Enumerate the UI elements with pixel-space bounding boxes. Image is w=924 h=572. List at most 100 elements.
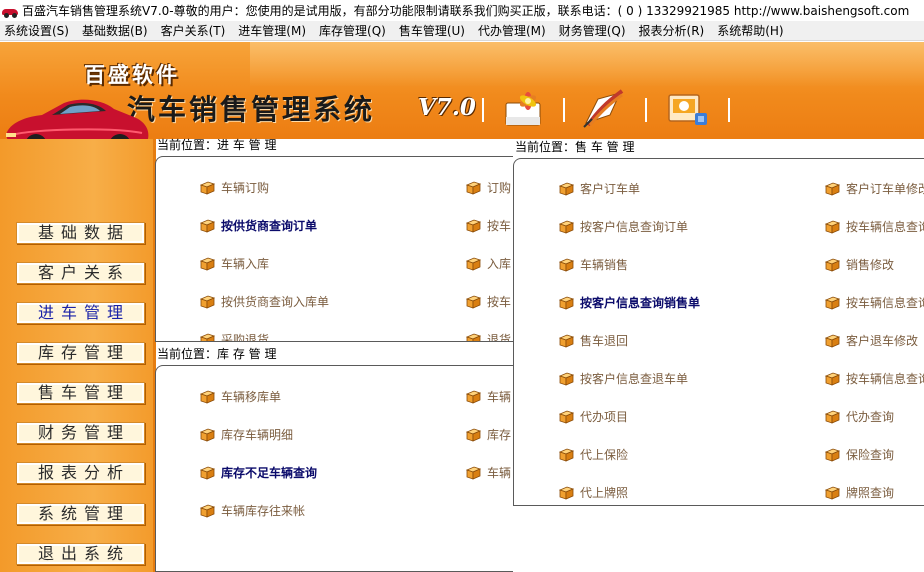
toolbar-divider	[482, 98, 484, 122]
sales-col2-item-1[interactable]: 按车辆信息查询	[825, 218, 924, 235]
purchase-col1-item-0[interactable]: 车辆订购	[200, 179, 269, 196]
nav-system-management[interactable]: 系统管理	[16, 503, 145, 525]
window-title: 百盛汽车销售管理系统V7.0-尊敬的用户：您使用的是试用版，有部分功能限制请联系…	[22, 4, 910, 18]
purchase-item-label: 车辆订购	[221, 181, 270, 195]
inventory-col2-item-0[interactable]: 车辆	[466, 388, 511, 405]
presentation-icon[interactable]	[665, 89, 711, 129]
package-box-icon	[825, 296, 840, 310]
nav-report-analysis[interactable]: 报表分析	[16, 462, 145, 484]
purchase-col2-item-3[interactable]: 按车	[466, 293, 511, 310]
menu-report-analysis[interactable]: 报表分析(R)	[639, 22, 705, 39]
package-box-icon	[200, 504, 215, 518]
sales-col1-item-7[interactable]: 代上保险	[559, 446, 628, 463]
nav-basic-data[interactable]: 基础数据	[16, 222, 145, 244]
package-box-icon	[466, 466, 481, 480]
menu-finance-management[interactable]: 财务管理(Q)	[559, 22, 626, 39]
purchase-col1-item-4[interactable]: 采购退货	[200, 331, 269, 341]
package-box-icon	[559, 372, 574, 386]
sales-item-label: 按客户信息查询销售单	[580, 296, 701, 310]
toolbar-divider	[645, 98, 647, 122]
inventory-col2-item-1[interactable]: 库存	[466, 426, 511, 443]
menu-system-settings[interactable]: 系统设置(S)	[4, 22, 69, 39]
sales-col2-item-8[interactable]: 牌照查询	[825, 484, 894, 501]
sales-col1-item-2[interactable]: 车辆销售	[559, 256, 628, 273]
inventory-col1-item-3[interactable]: 车辆库存往来帐	[200, 502, 305, 519]
nav-finance-management[interactable]: 财务管理	[16, 422, 145, 444]
sales-col1-item-5[interactable]: 按客户信息查退车单	[559, 370, 688, 387]
menu-inventory-management[interactable]: 库存管理(Q)	[319, 22, 386, 39]
sales-col2-item-3[interactable]: 按车辆信息查询	[825, 294, 924, 311]
inventory-col2-item-2[interactable]: 车辆	[466, 464, 511, 481]
purchase-col2-item-2[interactable]: 入库	[466, 255, 511, 272]
sales-col1-item-4[interactable]: 售车退回	[559, 332, 628, 349]
sales-panel: 客户订车单按客户信息查询订单 车辆销售按客户信息查询销售单售车退回按客户信息查退车…	[513, 158, 924, 506]
quill-pen-icon[interactable]	[580, 89, 626, 129]
sales-col1-item-6[interactable]: 代办项目	[559, 408, 628, 425]
sales-item-label: 客户退车修改	[846, 334, 919, 348]
inventory-item-label: 车辆	[487, 466, 512, 480]
sales-col2-item-5[interactable]: 按车辆信息查询	[825, 370, 924, 387]
sales-col1-item-8[interactable]: 代上牌照	[559, 484, 628, 501]
purchase-panel-location: 当前位置：进 车 管 理	[157, 138, 277, 152]
inventory-panel-location: 当前位置：库 存 管 理	[157, 347, 277, 361]
nav-sales-management[interactable]: 售车管理	[16, 382, 145, 404]
nav-customer-relations[interactable]: 客户关系	[16, 262, 145, 284]
menu-system-help[interactable]: 系统帮助(H)	[717, 22, 783, 39]
menu-customer-relations[interactable]: 客户关系(T)	[161, 22, 226, 39]
sales-col2-item-4[interactable]: 客户退车修改	[825, 332, 918, 349]
inventory-item-label: 库存不足车辆查询	[221, 466, 318, 480]
purchase-item-label: 车辆入库	[221, 257, 270, 271]
inventory-item-label: 车辆移库单	[221, 390, 282, 404]
package-box-icon	[200, 333, 215, 341]
package-box-icon	[200, 181, 215, 195]
nav-inventory-management[interactable]: 库存管理	[16, 342, 145, 364]
product-title: 汽车销售管理系统	[127, 93, 376, 126]
car-app-icon	[2, 4, 18, 18]
title-bar: 百盛汽车销售管理系统V7.0-尊敬的用户：您使用的是试用版，有部分功能限制请联系…	[0, 0, 924, 21]
flower-document-icon[interactable]	[500, 89, 546, 129]
toolbar-divider	[563, 98, 565, 122]
menu-agency-management[interactable]: 代办管理(M)	[478, 22, 546, 39]
inventory-item-label: 车辆库存往来帐	[221, 504, 306, 518]
package-box-icon	[825, 182, 840, 196]
purchase-item-label: 按车	[487, 219, 512, 233]
sales-item-label: 代办项目	[580, 410, 629, 424]
sales-item-label: 代办查询	[846, 410, 895, 424]
sales-col1-item-3[interactable]: 按客户信息查询销售单	[559, 294, 700, 311]
purchase-panel: 车辆订购 按供货商查询订单 车辆入库 按供货商查询入库单 采购退货 订购 按车 入库 按车 退货	[155, 156, 513, 342]
purchase-col2-item-4[interactable]: 退货	[466, 331, 512, 342]
sales-col2-item-0[interactable]: 客户订车单修改	[825, 180, 924, 197]
purchase-col2-item-1[interactable]: 按车	[466, 217, 511, 234]
sales-col1-item-1[interactable]: 按客户信息查询订单	[559, 218, 688, 235]
purchase-col1-item-2[interactable]: 车辆入库	[200, 255, 269, 272]
sales-item-label: 代上牌照	[580, 486, 629, 500]
inventory-col1-item-1[interactable]: 库存车辆明细	[200, 426, 293, 443]
sales-col2-item-2[interactable]: 销售修改	[825, 256, 894, 273]
sales-item-label: 按车辆信息查询	[846, 296, 924, 310]
package-box-icon	[200, 219, 215, 233]
package-box-icon	[825, 334, 840, 348]
nav-exit-system[interactable]: 退出系统	[16, 543, 145, 565]
menu-basic-data[interactable]: 基础数据(B)	[82, 22, 148, 39]
inventory-col1-item-0[interactable]: 车辆移库单	[200, 388, 281, 405]
sales-item-label: 按车辆信息查询	[846, 372, 924, 386]
sales-col2-item-6[interactable]: 代办查询	[825, 408, 894, 425]
purchase-col1-item-3[interactable]: 按供货商查询入库单	[200, 293, 329, 310]
menu-purchase-management[interactable]: 进车管理(M)	[238, 22, 306, 39]
menu-sales-management[interactable]: 售车管理(U)	[399, 22, 465, 39]
purchase-item-label: 按车	[487, 295, 512, 309]
package-box-icon	[466, 181, 481, 195]
sales-col2-item-7[interactable]: 保险查询	[825, 446, 894, 463]
inventory-col1-item-2[interactable]: 库存不足车辆查询	[200, 464, 317, 481]
package-box-icon	[825, 486, 840, 500]
package-box-icon	[559, 296, 574, 310]
inventory-item-label: 库存	[487, 428, 512, 442]
purchase-col1-item-1[interactable]: 按供货商查询订单	[200, 217, 317, 234]
purchase-item-label: 退货	[487, 333, 512, 342]
package-box-icon	[825, 258, 840, 272]
sales-col1-item-0[interactable]: 客户订车单	[559, 180, 640, 197]
purchase-item-label: 入库	[487, 257, 512, 271]
nav-purchase-management[interactable]: 进车管理	[16, 302, 145, 324]
toolbar-divider	[728, 98, 730, 122]
purchase-col2-item-0[interactable]: 订购	[466, 179, 511, 196]
